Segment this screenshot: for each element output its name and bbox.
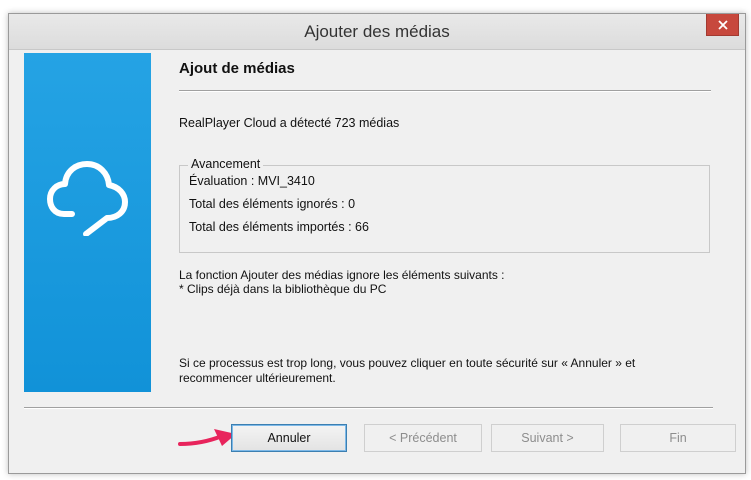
next-button[interactable]: Suivant > <box>491 424 604 452</box>
close-icon <box>718 20 728 30</box>
button-divider <box>24 407 713 409</box>
finish-button[interactable]: Fin <box>620 424 736 452</box>
cloud-icon <box>47 161 128 236</box>
ignore-info-item: * Clips déjà dans la bibliothèque du PC <box>179 282 387 296</box>
window-title: Ajouter des médias <box>304 22 450 41</box>
arrow-icon <box>178 429 236 446</box>
notice-text-line2: recommencer ultérieurement. <box>179 371 336 385</box>
notice-text-line1: Si ce processus est trop long, vous pouv… <box>179 356 636 370</box>
previous-button[interactable]: < Précédent <box>364 424 482 452</box>
cancel-button[interactable]: Annuler <box>231 424 347 452</box>
ignored-count-text: Total des éléments ignorés : 0 <box>189 197 356 211</box>
title-divider <box>179 90 711 92</box>
page-title: Ajout de médias <box>179 60 295 77</box>
progress-group: Avancement Évaluation : MVI_3410 Total d… <box>179 157 710 253</box>
progress-legend: Avancement <box>188 157 264 171</box>
evaluation-text: Évaluation : MVI_3410 <box>189 174 315 188</box>
close-button[interactable] <box>706 14 739 36</box>
ignore-info-text: La fonction Ajouter des médias ignore le… <box>179 268 505 282</box>
title-bar[interactable]: Ajouter des médias <box>9 14 745 50</box>
side-panel <box>24 53 151 392</box>
imported-count-text: Total des éléments importés : 66 <box>189 220 369 234</box>
detected-count-text: RealPlayer Cloud a détecté 723 médias <box>179 116 400 130</box>
